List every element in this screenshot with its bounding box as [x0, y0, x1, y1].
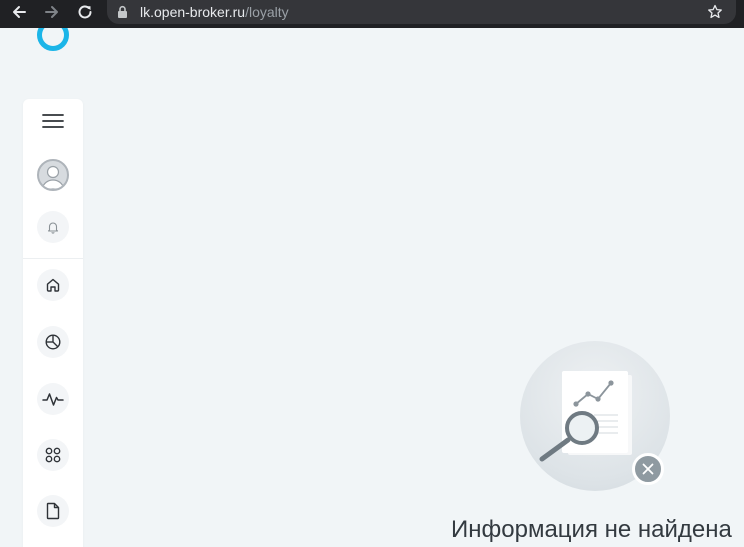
forward-button[interactable]: [39, 0, 65, 24]
empty-state-illustration: [520, 341, 670, 491]
avatar: [37, 159, 69, 191]
sidebar-item-services[interactable]: [37, 439, 69, 471]
pie-chart-icon: [45, 334, 61, 350]
sidebar-item-menu[interactable]: [37, 105, 69, 137]
arrow-right-icon: [45, 6, 58, 18]
bell-icon: [47, 222, 59, 234]
hamburger-menu-icon: [42, 114, 64, 128]
sidebar-item-home[interactable]: [37, 269, 69, 301]
user-avatar-icon: [41, 165, 65, 189]
sidebar-item-portfolio[interactable]: [37, 326, 69, 358]
home-icon: [46, 278, 60, 292]
lock-icon: [118, 5, 127, 18]
address-bar[interactable]: lk.open-broker.ru/loyalty: [107, 0, 736, 24]
back-button[interactable]: [6, 0, 32, 24]
document-icon: [46, 502, 60, 520]
sidebar: [23, 99, 83, 547]
star-icon[interactable]: [707, 4, 723, 20]
sidebar-item-profile[interactable]: [37, 159, 69, 191]
empty-state-badge: [632, 453, 664, 485]
sidebar-divider: [23, 258, 83, 259]
sidebar-item-analytics[interactable]: [37, 383, 69, 415]
arrow-left-icon: [13, 6, 26, 18]
close-icon: [642, 463, 654, 475]
url-host: lk.open-broker.ru: [140, 4, 246, 20]
empty-state-title: Информация не найдена: [451, 516, 732, 543]
reload-button[interactable]: [72, 0, 98, 24]
reload-icon: [78, 5, 92, 19]
url-path: /loyalty: [245, 4, 289, 20]
sidebar-item-notifications[interactable]: [37, 211, 69, 243]
grid-dots-icon: [45, 447, 61, 463]
pulse-icon: [42, 393, 64, 406]
browser-toolbar: lk.open-broker.ru/loyalty: [0, 0, 744, 28]
url-text: lk.open-broker.ru/loyalty: [140, 4, 289, 20]
sidebar-item-documents[interactable]: [37, 495, 69, 527]
